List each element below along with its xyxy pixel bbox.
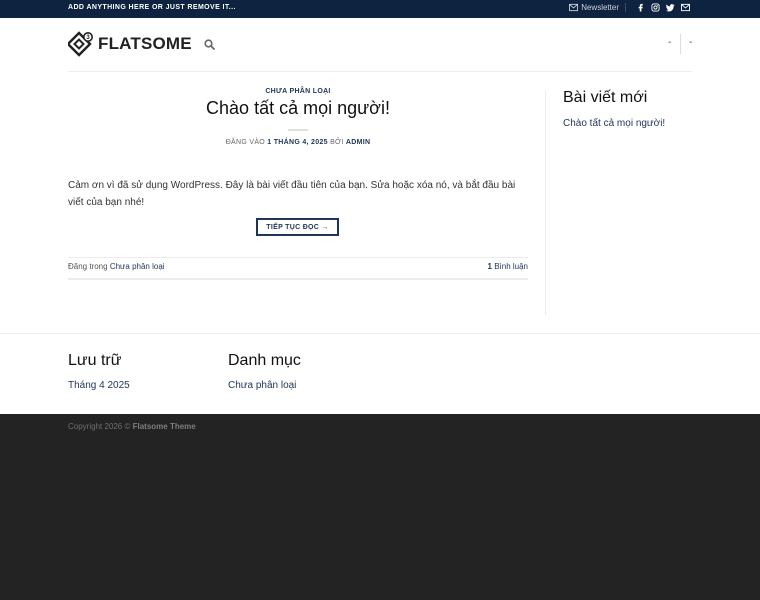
instagram-icon[interactable] <box>651 3 660 12</box>
envelope-icon <box>569 3 579 12</box>
post-author-link[interactable]: ADMIN <box>346 139 370 146</box>
newsletter-link[interactable]: Newsletter <box>569 3 626 12</box>
post-category[interactable]: CHƯA PHÂN LOẠI <box>68 88 528 95</box>
category-widget-title: Danh mục <box>228 352 301 369</box>
post-meta: ĐĂNG VÀO 1 THÁNG 4, 2025 BỞI ADMIN <box>68 139 528 146</box>
posted-in: Đăng trong Chưa phân loại <box>68 262 165 271</box>
topbar-right: Newsletter <box>569 3 690 12</box>
posted-in-category-link[interactable]: Chưa phân loại <box>110 262 165 271</box>
post-footer-border-bottom <box>68 278 528 280</box>
widget-area: Lưu trữ Tháng 4 2025 Danh mục Chưa phân … <box>0 334 760 414</box>
newsletter-label: Newsletter <box>581 3 619 12</box>
post-meta-by: BỞI <box>330 139 344 146</box>
copyright-prefix: Copyright 2026 © <box>68 422 131 431</box>
comments-link[interactable]: 1 Bình luận <box>488 262 529 271</box>
category-link[interactable]: Chưa phân loại <box>228 380 296 391</box>
twitter-icon[interactable] <box>666 3 675 12</box>
header-menu-item-right[interactable]: - <box>689 37 692 48</box>
sidebar-recent-posts-title: Bài viết mới <box>563 89 648 106</box>
post-title-divider <box>288 129 308 131</box>
sidebar-recent-post-link[interactable]: Chào tất cả mọi người! <box>563 118 665 129</box>
archive-widget-title: Lưu trữ <box>68 352 122 369</box>
comments-count: 1 <box>487 262 492 271</box>
facebook-icon[interactable] <box>636 3 645 12</box>
post-footer: Đăng trong Chưa phân loại 1 Bình luận <box>68 262 528 271</box>
header-menu-item-left[interactable]: - <box>668 37 671 48</box>
read-more-button[interactable]: TIẾP TỤC ĐỌC → <box>256 218 339 236</box>
post-excerpt: Cảm ơn vì đã sử dụng WordPress. Đây là b… <box>68 180 516 208</box>
post-title[interactable]: Chào tất cả mọi người! <box>68 98 528 119</box>
post-date-link[interactable]: 1 THÁNG 4, 2025 <box>267 139 328 146</box>
site-footer: Copyright 2026 © Flatsome Theme <box>0 414 760 600</box>
archive-link[interactable]: Tháng 4 2025 <box>68 380 130 391</box>
copyright-brand: Flatsome Theme <box>132 422 196 431</box>
copyright: Copyright 2026 © Flatsome Theme <box>68 422 196 431</box>
post-footer-border-top <box>68 257 528 258</box>
envelope-icon[interactable] <box>681 3 690 12</box>
flatsome-logo-icon: 3 <box>68 31 93 57</box>
comments-label: Bình luận <box>494 262 528 271</box>
header-bottom-border <box>68 71 692 72</box>
posted-in-label: Đăng trong <box>68 262 108 271</box>
search-icon[interactable] <box>204 39 215 50</box>
sidebar-divider <box>545 90 546 315</box>
logo-text: FLATSOME <box>98 34 192 53</box>
header-divider <box>680 34 681 54</box>
site-header: 3 FLATSOME - - <box>0 18 760 72</box>
post-meta-prefix: ĐĂNG VÀO <box>225 139 266 146</box>
topbar-message: ADD ANYTHING HERE OR JUST REMOVE IT... <box>68 4 236 11</box>
top-bar: ADD ANYTHING HERE OR JUST REMOVE IT... N… <box>0 0 760 18</box>
site-logo[interactable]: 3 FLATSOME <box>68 31 192 57</box>
